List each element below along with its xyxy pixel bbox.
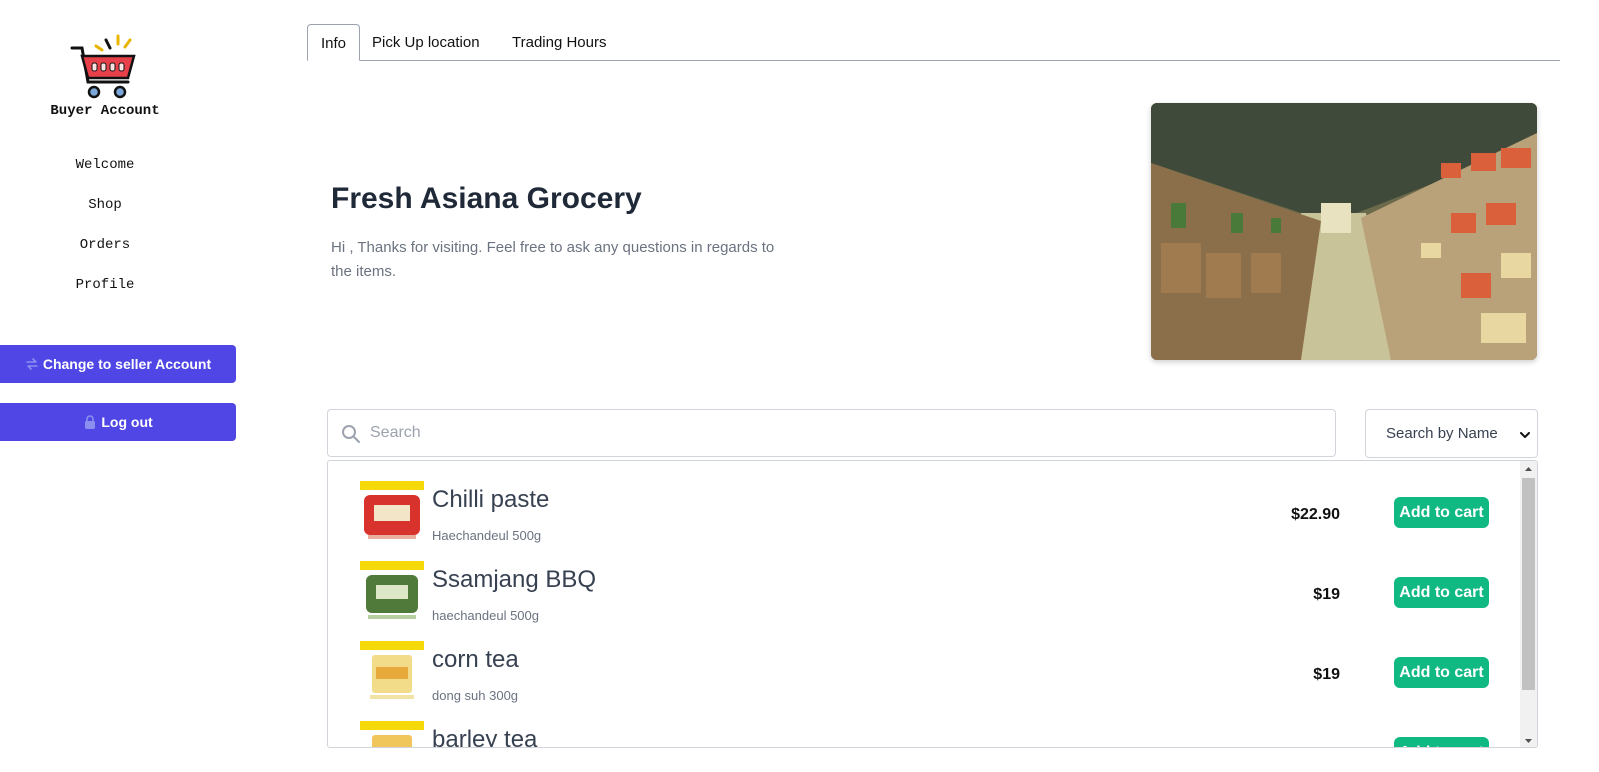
product-price: $22.90	[1291, 506, 1340, 523]
add-to-cart-button[interactable]: Add to cart	[1394, 737, 1489, 747]
store-title: Fresh Asiana Grocery	[331, 182, 642, 215]
search-bar	[327, 409, 1336, 457]
product-item: Chilli paste Haechandeul 500g $22.90 Add…	[328, 481, 1518, 561]
product-image	[360, 481, 424, 541]
search-filter-select[interactable]: Search by Name	[1365, 409, 1538, 458]
store-photo	[1151, 103, 1537, 360]
switch-to-seller-label: Change to seller Account	[42, 356, 212, 372]
scrollbar-thumb[interactable]	[1522, 478, 1535, 690]
scroll-down-arrow-icon[interactable]	[1520, 733, 1537, 747]
product-price: $19	[1313, 666, 1340, 683]
nav-orders[interactable]: Orders	[0, 237, 210, 253]
product-item: corn tea dong suh 300g $19 Add to cart	[328, 641, 1518, 721]
tab-pickup-location[interactable]: Pick Up location	[359, 24, 493, 60]
product-name: barley tea	[432, 726, 538, 748]
switch-to-seller-button[interactable]: Change to seller Account	[0, 345, 236, 383]
product-image	[360, 561, 424, 621]
product-name: Ssamjang BBQ	[432, 566, 597, 593]
product-price: $19	[1313, 586, 1340, 603]
shopping-cart-logo-icon	[66, 34, 140, 102]
product-detail: dong suh 300g	[432, 688, 519, 703]
product-list[interactable]: Chilli paste Haechandeul 500g $22.90 Add…	[327, 460, 1538, 748]
lock-icon	[83, 415, 97, 429]
logout-label: Log out	[101, 414, 153, 430]
store-tabs: Info Pick Up location Trading Hours	[307, 24, 1560, 61]
account-type-title: Buyer Account	[50, 103, 160, 119]
add-to-cart-button[interactable]: Add to cart	[1394, 657, 1489, 688]
product-item: Ssamjang BBQ haechandeul 500g $19 Add to…	[328, 561, 1518, 641]
search-input[interactable]	[368, 417, 1312, 449]
add-to-cart-button[interactable]: Add to cart	[1394, 577, 1489, 608]
search-filter-value: Search by Name	[1386, 425, 1498, 442]
chevron-down-icon	[1519, 428, 1531, 440]
product-detail: Haechandeul 500g	[432, 528, 542, 543]
product-item: barley tea Add to cart	[328, 721, 1518, 748]
nav-shop[interactable]: Shop	[0, 197, 210, 213]
add-to-cart-button[interactable]: Add to cart	[1394, 497, 1489, 528]
tab-trading-hours[interactable]: Trading Hours	[499, 24, 619, 60]
tab-info[interactable]: Info	[307, 24, 361, 61]
sidebar: Buyer Account Welcome Shop Orders Profil…	[0, 0, 236, 772]
list-scrollbar[interactable]	[1520, 461, 1537, 747]
logout-button[interactable]: Log out	[0, 403, 236, 441]
product-name: corn tea	[432, 646, 519, 673]
product-name: Chilli paste	[432, 486, 550, 513]
switch-arrows-icon	[25, 357, 39, 371]
search-icon	[341, 424, 361, 444]
product-detail: haechandeul 500g	[432, 608, 539, 623]
nav-profile[interactable]: Profile	[0, 277, 210, 293]
product-image	[360, 721, 424, 747]
scroll-up-arrow-icon[interactable]	[1520, 461, 1537, 477]
product-image	[360, 641, 424, 701]
nav-welcome[interactable]: Welcome	[0, 157, 210, 173]
store-description: Hi , Thanks for visiting. Feel free to a…	[331, 239, 775, 280]
